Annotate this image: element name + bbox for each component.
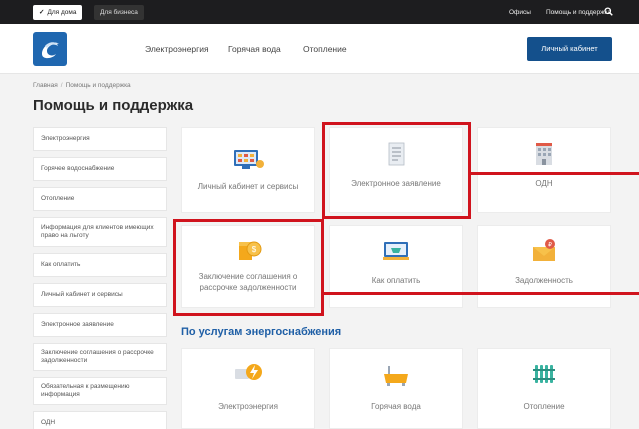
sidebar-item-cabinet-services[interactable]: Личный кабинет и сервисы	[33, 283, 167, 307]
site-header: Электроэнергия Горячая вода Отопление Ли…	[0, 24, 639, 74]
segment-home-label: Для дома	[47, 9, 77, 16]
tile-label: Как оплатить	[371, 276, 421, 285]
tile-how-to-pay[interactable]: Как оплатить	[329, 225, 463, 308]
sidebar-item-electricity[interactable]: Электроэнергия	[33, 127, 167, 151]
section-title: По услугам энергоснабжения	[181, 326, 342, 338]
sidebar-item-heating[interactable]: Отопление	[33, 187, 167, 211]
segment-home[interactable]: ✓ Для дома	[33, 5, 83, 20]
offices-link[interactable]: Офисы	[509, 5, 531, 20]
sidebar-item-hot-water-supply[interactable]: Горячее водоснабжение	[33, 157, 167, 181]
tile-debt[interactable]: ₽ Задолженность	[477, 225, 611, 308]
sidebar-item-benefits-info[interactable]: Информация для клиентов имеющих право на…	[33, 217, 167, 247]
sidebar-item-how-to-pay[interactable]: Как оплатить	[33, 253, 167, 277]
sidebar-item-installment[interactable]: Заключение соглашения о рассрочке задолж…	[33, 343, 167, 371]
sidebar-item-electronic-application[interactable]: Электронное заявление	[33, 313, 167, 337]
svg-text:₽: ₽	[548, 242, 552, 249]
page-title: Помощь и поддержка	[33, 97, 194, 114]
radiator-icon	[533, 365, 555, 383]
breadcrumb-separator: /	[60, 82, 63, 89]
sidebar-item-odn[interactable]: ОДН	[33, 411, 167, 429]
sidebar-item-mandatory-info[interactable]: Обязательная к размещению информация	[33, 377, 167, 405]
payment-icon	[383, 242, 409, 260]
highlight-line	[471, 172, 639, 175]
bathtub-icon	[384, 366, 408, 386]
breadcrumb-current: Помощь и поддержка	[65, 82, 131, 89]
nav-hot-water[interactable]: Горячая вода	[228, 44, 281, 54]
cabinet-button[interactable]: Личный кабинет	[527, 37, 612, 61]
search-icon[interactable]	[604, 7, 613, 16]
nav-heating[interactable]: Отопление	[303, 44, 347, 54]
tile-hot-water[interactable]: Горячая вода	[329, 348, 463, 429]
highlight-box	[173, 219, 324, 316]
tile-label: Электроэнергия	[218, 402, 278, 411]
segment-business[interactable]: Для бизнеса	[94, 5, 144, 20]
breadcrumb: Главная / Помощь и поддержка	[33, 82, 131, 89]
highlight-box	[322, 122, 471, 219]
check-icon: ✓	[39, 9, 45, 16]
highlight-line	[324, 292, 639, 295]
electricity-icon	[235, 364, 262, 380]
cabinet-icon	[234, 150, 264, 169]
tile-label: ОДН	[535, 179, 553, 188]
debt-icon: ₽	[533, 239, 555, 261]
nav-electricity[interactable]: Электроэнергия	[145, 44, 209, 54]
building-icon	[536, 143, 552, 165]
breadcrumb-home[interactable]: Главная	[33, 82, 58, 89]
tile-label: Задолженность	[515, 276, 573, 285]
logo[interactable]	[33, 32, 67, 66]
top-bar: ✓ Для дома Для бизнеса Офисы Помощь и под…	[0, 0, 639, 24]
tile-label: Личный кабинет и сервисы	[197, 182, 299, 191]
tile-heating[interactable]: Отопление	[477, 348, 611, 429]
tile-odn[interactable]: ОДН	[477, 127, 611, 213]
tile-label: Отопление	[523, 402, 565, 411]
tile-label: Горячая вода	[371, 402, 421, 411]
logo-icon	[42, 42, 59, 59]
tile-cabinet-services[interactable]: Личный кабинет и сервисы	[181, 127, 315, 213]
tile-electricity[interactable]: Электроэнергия	[181, 348, 315, 429]
help-link[interactable]: Помощь и поддержка	[546, 5, 611, 20]
